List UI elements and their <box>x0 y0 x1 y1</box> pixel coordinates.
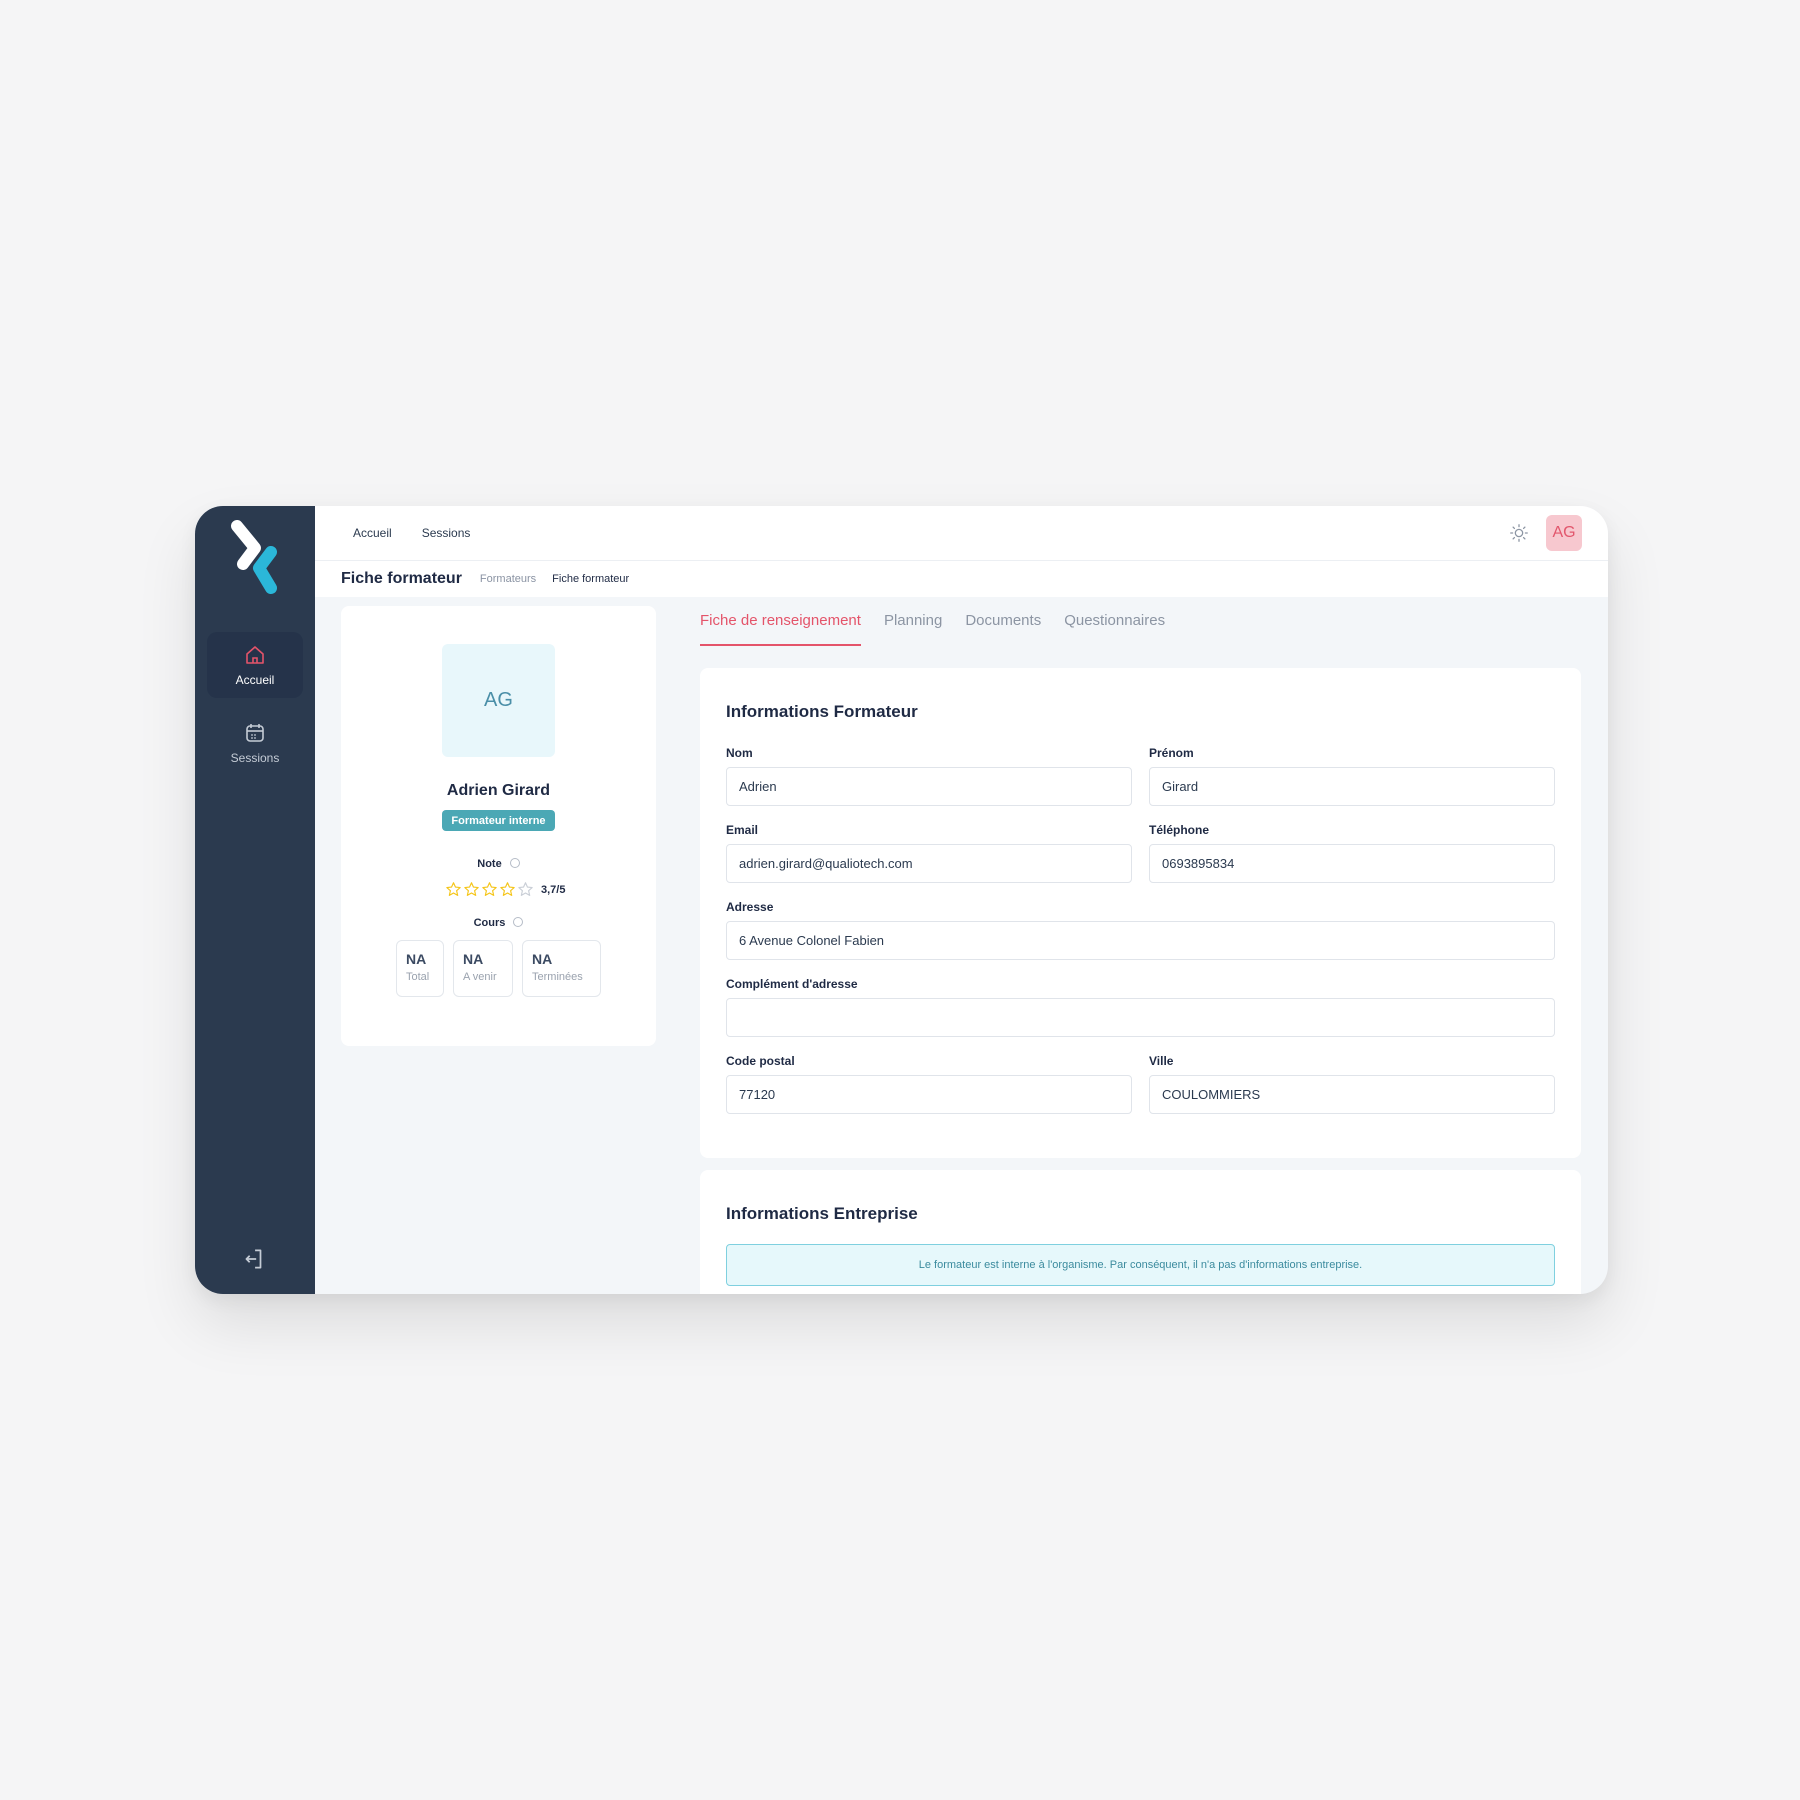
page-header: Fiche formateur Formateurs Fiche formate… <box>315 561 1608 597</box>
logout-icon[interactable] <box>241 1246 267 1272</box>
sidebar-item-label: Sessions <box>230 751 280 765</box>
entreprise-card: Informations Entreprise Le formateur est… <box>700 1170 1581 1294</box>
stat-terminees: NA Terminées <box>522 940 601 997</box>
sidebar: Accueil Sessions <box>195 506 315 1294</box>
tab-fiche-de-renseignement[interactable]: Fiche de renseignement <box>700 612 861 646</box>
tabs: Fiche de renseignement Planning Document… <box>700 612 1188 646</box>
page-title: Fiche formateur <box>341 570 462 587</box>
cours-heading: Cours <box>341 917 656 929</box>
adresse-label: Adresse <box>726 900 774 914</box>
nom-label: Nom <box>726 746 753 760</box>
section-title: Informations Formateur <box>726 702 918 721</box>
star-empty-icon <box>518 882 533 896</box>
stat-total: NA Total <box>396 940 444 997</box>
status-badge: Formateur interne <box>442 810 555 831</box>
code-postal-label: Code postal <box>726 1054 795 1068</box>
topbar-link-accueil[interactable]: Accueil <box>353 526 392 540</box>
breadcrumb-formateurs[interactable]: Formateurs <box>480 573 536 585</box>
stat-value: NA <box>532 951 553 967</box>
star-row <box>445 881 535 898</box>
telephone-label: Téléphone <box>1149 823 1210 837</box>
app-window: Accueil Sessions Accueil Sessions AG Fic… <box>195 506 1608 1294</box>
sun-icon[interactable] <box>1508 522 1530 544</box>
info-icon[interactable] <box>513 917 524 928</box>
rating-value: 3,7/5 <box>541 883 566 896</box>
sidebar-item-accueil[interactable]: Accueil <box>207 632 303 698</box>
tab-planning[interactable]: Planning <box>884 612 942 646</box>
stat-label: Total <box>406 971 430 983</box>
sidebar-item-sessions[interactable]: Sessions <box>207 710 303 776</box>
topbar: Accueil Sessions AG <box>315 506 1608 561</box>
stat-label: Terminées <box>532 971 583 983</box>
profile-card: AG Adrien Girard Formateur interne Note … <box>341 606 656 1046</box>
ville-label: Ville <box>1149 1054 1174 1068</box>
sidebar-item-label: Accueil <box>235 673 275 687</box>
complement-field[interactable] <box>726 998 1555 1037</box>
stat-value: NA <box>406 951 427 967</box>
email-field[interactable]: adrien.girard@qualiotech.com <box>726 844 1132 883</box>
nom-field[interactable]: Adrien <box>726 767 1132 806</box>
main-content: Accueil Sessions AG Fiche formateur Form… <box>315 506 1608 1294</box>
info-notice: Le formateur est interne à l'organisme. … <box>726 1244 1555 1286</box>
star-filled-icon <box>464 882 479 896</box>
cours-label: Cours <box>473 917 506 929</box>
info-icon[interactable] <box>509 858 520 869</box>
section-title: Informations Entreprise <box>726 1204 918 1223</box>
stat-value: NA <box>463 951 484 967</box>
complement-label: Complément d'adresse <box>726 977 858 991</box>
stat-label: A venir <box>463 971 497 983</box>
user-avatar[interactable]: AG <box>1546 515 1582 551</box>
stat-a-venir: NA A venir <box>453 940 513 997</box>
telephone-field[interactable]: 0693895834 <box>1149 844 1555 883</box>
code-postal-field[interactable]: 77120 <box>726 1075 1132 1114</box>
profile-name: Adrien Girard <box>446 782 551 799</box>
star-filled-icon <box>500 882 515 896</box>
note-heading: Note <box>341 858 656 870</box>
ville-field[interactable]: COULOMMIERS <box>1149 1075 1555 1114</box>
tab-documents[interactable]: Documents <box>965 612 1041 646</box>
breadcrumb-current: Fiche formateur <box>552 573 630 585</box>
calendar-icon <box>246 724 264 742</box>
star-filled-icon <box>446 882 461 896</box>
rating-stars: 3,7/5 <box>445 881 565 898</box>
prenom-label: Prénom <box>1149 746 1194 760</box>
app-logo <box>231 520 277 594</box>
email-label: Email <box>726 823 759 837</box>
note-label: Note <box>477 858 502 870</box>
tab-questionnaires[interactable]: Questionnaires <box>1064 612 1165 646</box>
profile-avatar: AG <box>442 644 555 757</box>
topbar-link-sessions[interactable]: Sessions <box>422 526 471 540</box>
prenom-field[interactable]: Girard <box>1149 767 1555 806</box>
adresse-field[interactable]: 6 Avenue Colonel Fabien <box>726 921 1555 960</box>
formateur-card: Informations Formateur Nom Adrien Prénom… <box>700 668 1581 1158</box>
home-icon <box>246 646 264 664</box>
star-filled-icon <box>482 882 497 896</box>
